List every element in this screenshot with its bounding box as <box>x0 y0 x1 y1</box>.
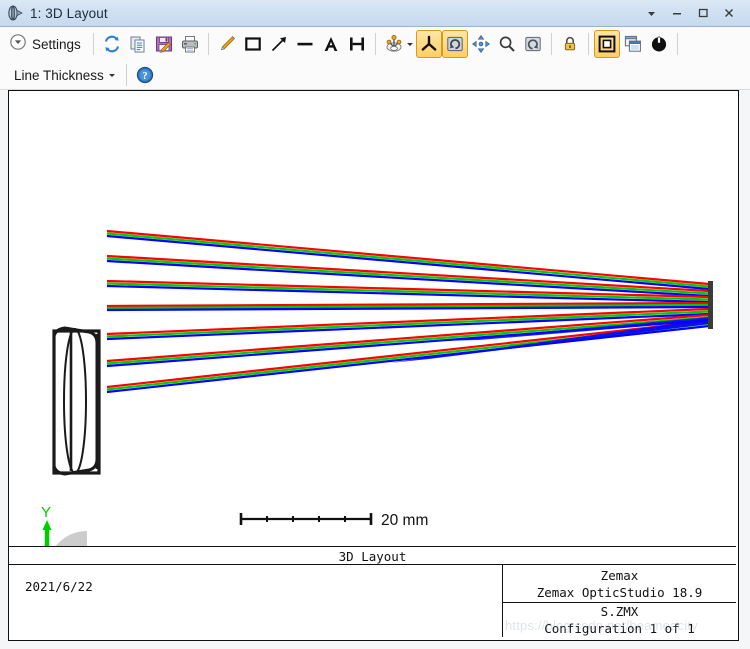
toolbar-separator <box>374 33 376 55</box>
footer-body: 2021/6/22 Zemax Zemax OpticStudio 18.9 S… <box>9 565 736 637</box>
arrow-icon[interactable] <box>266 30 292 58</box>
footer-title: 3D Layout <box>9 546 736 565</box>
svg-text:?: ? <box>142 71 147 82</box>
rotate-icon[interactable] <box>441 30 468 58</box>
line-icon[interactable] <box>292 30 318 58</box>
toolbar-separator <box>207 33 209 55</box>
footer-file: S.ZMX <box>600 604 639 619</box>
viewpoint-icon[interactable] <box>381 30 416 58</box>
save-icon[interactable] <box>151 30 177 58</box>
window-menu-button[interactable] <box>638 3 664 23</box>
toolbar-separator <box>587 33 589 55</box>
toolbar-separator <box>550 33 552 55</box>
lens-face-front <box>63 328 87 474</box>
title-bar: 1: 3D Layout <box>0 0 750 27</box>
layout-footer: 3D Layout 2021/6/22 Zemax Zemax OpticStu… <box>9 546 736 638</box>
main-toolbar: Settings <box>0 27 750 61</box>
clone-window-icon[interactable] <box>620 30 646 58</box>
scale-bar-label: 20 mm <box>381 512 428 529</box>
ray-bundle <box>106 229 710 394</box>
dimension-icon[interactable] <box>344 30 370 58</box>
footer-configuration: Configuration 1 of 1 <box>544 621 695 636</box>
optical-layout-svg: Z Y 20 mm <box>41 229 713 546</box>
window-controls <box>638 3 742 23</box>
toolbar-separator <box>92 33 94 55</box>
rectangle-icon[interactable] <box>240 30 266 58</box>
fit-window-icon[interactable] <box>593 30 620 58</box>
lens-group <box>52 326 101 476</box>
3d-layout-plot[interactable]: Z Y 20 mm <box>9 91 736 546</box>
text-icon[interactable] <box>318 30 344 58</box>
settings-button[interactable]: Settings <box>6 30 88 58</box>
footer-file-block: S.ZMX Configuration 1 of 1 <box>503 603 736 637</box>
settings-chevron-down-icon <box>9 33 27 56</box>
line-thickness-chevron-down-icon <box>108 73 115 77</box>
viewpoint-chevron-down-icon <box>406 42 413 46</box>
footer-product-block: Zemax Zemax OpticStudio 18.9 <box>503 565 736 603</box>
toolbar-separator <box>676 33 678 55</box>
footer-product: Zemax OpticStudio 18.9 <box>536 584 703 600</box>
line-thickness-dropdown[interactable]: Line Thickness <box>8 62 121 88</box>
maximize-button[interactable] <box>690 3 716 23</box>
scale-bar: 20 mm <box>239 512 428 529</box>
axis-indicator: Z Y <box>41 504 87 546</box>
axis-arc <box>55 531 87 546</box>
lens-barrel-rect <box>52 329 101 475</box>
settings-label: Settings <box>32 36 81 52</box>
secondary-toolbar: Line Thickness ? <box>0 61 750 90</box>
reset-view-icon[interactable] <box>520 30 546 58</box>
zoom-icon[interactable] <box>494 30 520 58</box>
ray-field-4 <box>106 301 710 312</box>
refresh-icon[interactable] <box>99 30 125 58</box>
toolbar-separator <box>125 64 127 86</box>
layout-canvas[interactable]: Z Y 20 mm <box>8 90 739 641</box>
window-title: 1: 3D Layout <box>30 5 108 21</box>
axis-y-arrowhead <box>42 520 52 530</box>
pan-icon[interactable] <box>468 30 494 58</box>
lock-icon[interactable] <box>557 30 583 58</box>
footer-vendor: Zemax <box>600 567 639 583</box>
lens-element-1 <box>52 326 99 476</box>
footer-right: Zemax Zemax OpticStudio 18.9 S.ZMX Confi… <box>503 565 736 637</box>
pencil-icon[interactable] <box>214 30 240 58</box>
help-icon[interactable]: ? <box>132 61 158 89</box>
image-plane-surface <box>708 281 713 329</box>
minimize-button[interactable] <box>664 3 690 23</box>
power-icon[interactable] <box>646 30 672 58</box>
lens-icon <box>6 4 24 22</box>
zemax-3d-layout-window: 1: 3D Layout Settings Line Thickness ? Y… <box>0 0 750 649</box>
close-button[interactable] <box>716 3 742 23</box>
print-icon[interactable] <box>177 30 203 58</box>
axis-y-label: Y <box>41 504 51 521</box>
line-thickness-label: Line Thickness <box>14 67 104 83</box>
footer-date: 2021/6/22 <box>9 565 503 637</box>
ray-field-1 <box>106 229 710 291</box>
copy-icon[interactable] <box>125 30 151 58</box>
axes-tripod-icon[interactable] <box>415 30 442 58</box>
